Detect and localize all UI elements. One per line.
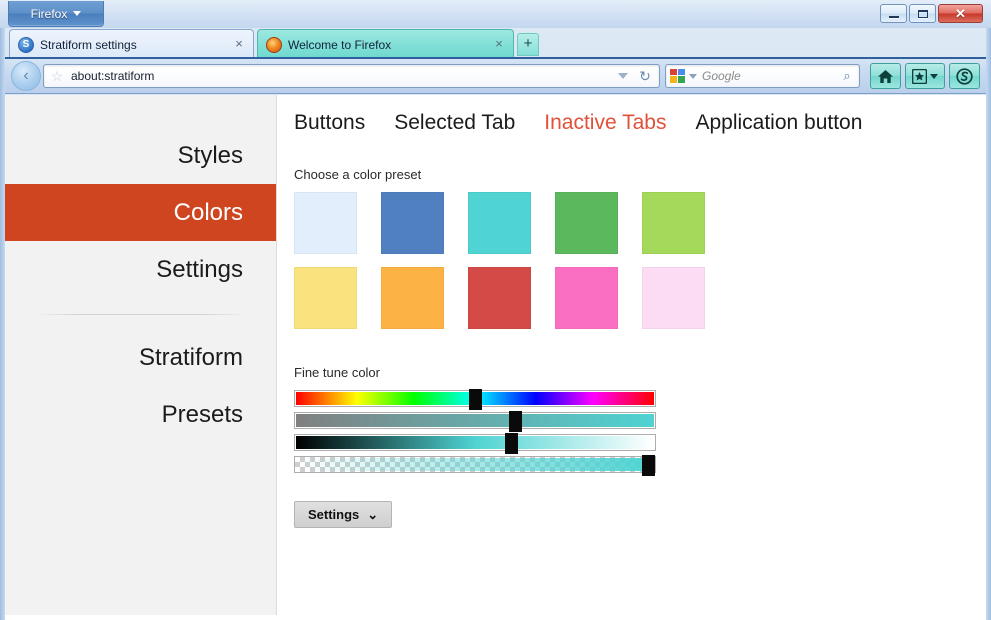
search-engine-chevron-icon[interactable]: [689, 74, 697, 79]
stratiform-button[interactable]: [949, 63, 980, 89]
chevron-down-icon: [930, 74, 938, 79]
minimize-button[interactable]: [880, 4, 907, 23]
color-swatch-lime-green[interactable]: [642, 192, 705, 254]
browser-tab-stratiform-settings[interactable]: S Stratiform settings ×: [9, 29, 254, 59]
minimize-icon: [889, 16, 899, 18]
sidebar: Styles Colors Settings Stratiform Preset…: [5, 95, 277, 615]
bookmarks-star-icon: [912, 69, 927, 84]
section-tabs: Buttons Selected Tab Inactive Tabs Appli…: [294, 111, 986, 135]
saturation-slider-track: [296, 414, 654, 427]
color-preset-label: Choose a color preset: [294, 167, 986, 182]
color-swatch-pale-blue[interactable]: [294, 192, 357, 254]
address-bar[interactable]: ☆ about:stratiform ↻: [43, 64, 660, 88]
tab-buttons[interactable]: Buttons: [294, 111, 365, 135]
title-bar: Firefox ✕: [0, 0, 991, 28]
sidebar-item-label: Colors: [174, 199, 243, 227]
home-icon: [877, 69, 894, 84]
maximize-icon: [918, 10, 928, 18]
close-button[interactable]: ✕: [938, 4, 983, 23]
sidebar-item-settings[interactable]: Settings: [5, 241, 276, 298]
sidebar-item-presets[interactable]: Presets: [5, 386, 276, 443]
tab-close-icon[interactable]: ×: [231, 37, 247, 53]
color-preset-grid: [294, 192, 986, 329]
close-icon: ✕: [955, 7, 966, 20]
sidebar-item-label: Stratiform: [139, 344, 243, 372]
hue-slider[interactable]: [294, 390, 656, 407]
settings-dropdown-button[interactable]: Settings ⌄: [294, 501, 392, 528]
settings-dropdown-label: Settings: [308, 507, 359, 522]
color-swatch-red[interactable]: [468, 267, 531, 329]
google-icon: [670, 69, 686, 83]
tab-application-button[interactable]: Application button: [695, 111, 862, 135]
color-swatch-green[interactable]: [555, 192, 618, 254]
status-bar: [5, 615, 986, 620]
search-icon[interactable]: ⌕: [839, 68, 855, 84]
sidebar-item-label: Presets: [162, 401, 243, 429]
search-input[interactable]: Google: [702, 69, 839, 83]
window-frame-right: [986, 0, 991, 620]
chevron-down-icon: ⌄: [367, 508, 378, 521]
navigation-toolbar: ‹ ☆ about:stratiform ↻ Google ⌕: [5, 59, 986, 94]
color-swatch-pale-pink[interactable]: [642, 267, 705, 329]
firefox-app-button-label: Firefox: [31, 7, 68, 21]
browser-tab-title: Stratiform settings: [40, 38, 231, 52]
fine-tune-sliders: [294, 390, 656, 473]
alpha-slider[interactable]: [294, 456, 656, 473]
color-swatch-pale-yellow[interactable]: [294, 267, 357, 329]
tab-strip: S Stratiform settings × Welcome to Firef…: [5, 28, 986, 59]
bookmarks-button[interactable]: [905, 63, 945, 89]
firefox-favicon-icon: [266, 37, 282, 53]
color-swatch-pink[interactable]: [555, 267, 618, 329]
lightness-slider-track: [296, 436, 654, 449]
back-button[interactable]: ‹: [11, 61, 41, 91]
stratiform-favicon-icon: S: [18, 37, 34, 53]
browser-tab-title: Welcome to Firefox: [288, 38, 491, 52]
hue-slider-handle[interactable]: [469, 389, 482, 410]
home-button[interactable]: [870, 63, 901, 89]
browser-window: Firefox ✕ S Stratiform settings × Welcom…: [0, 0, 991, 620]
fine-tune-label: Fine tune color: [294, 365, 986, 380]
color-swatch-steel-blue[interactable]: [381, 192, 444, 254]
lightness-slider[interactable]: [294, 434, 656, 451]
browser-tab-welcome-to-firefox[interactable]: Welcome to Firefox ×: [257, 29, 514, 59]
sidebar-item-stratiform[interactable]: Stratiform: [5, 329, 276, 386]
lightness-slider-handle[interactable]: [505, 433, 518, 454]
back-arrow-icon: ‹: [23, 68, 28, 84]
sidebar-item-label: Styles: [178, 142, 243, 170]
firefox-app-button[interactable]: Firefox: [8, 1, 104, 27]
window-controls: ✕: [880, 4, 983, 23]
tab-close-icon[interactable]: ×: [491, 37, 507, 53]
chevron-down-icon[interactable]: [618, 73, 628, 79]
stratiform-s-icon: [956, 68, 973, 85]
color-swatch-orange[interactable]: [381, 267, 444, 329]
search-bar[interactable]: Google ⌕: [665, 64, 860, 88]
alpha-slider-handle[interactable]: [642, 455, 655, 476]
tab-inactive-tabs[interactable]: Inactive Tabs: [544, 111, 666, 135]
sidebar-divider: [35, 314, 246, 315]
new-tab-button[interactable]: +: [517, 33, 539, 56]
reload-icon[interactable]: ↻: [636, 69, 654, 83]
color-swatch-turquoise[interactable]: [468, 192, 531, 254]
saturation-slider[interactable]: [294, 412, 656, 429]
sidebar-item-label: Settings: [156, 256, 243, 284]
address-bar-value: about:stratiform: [65, 69, 618, 83]
maximize-button[interactable]: [909, 4, 936, 23]
sidebar-item-colors[interactable]: Colors: [5, 184, 276, 241]
page-content: Styles Colors Settings Stratiform Preset…: [5, 95, 986, 615]
alpha-slider-track: [296, 458, 654, 471]
sidebar-item-styles[interactable]: Styles: [5, 127, 276, 184]
main-panel: Buttons Selected Tab Inactive Tabs Appli…: [277, 95, 986, 615]
tab-selected-tab[interactable]: Selected Tab: [394, 111, 515, 135]
saturation-slider-handle[interactable]: [509, 411, 522, 432]
chevron-down-icon: [73, 11, 81, 16]
bookmark-star-icon[interactable]: ☆: [49, 69, 65, 83]
